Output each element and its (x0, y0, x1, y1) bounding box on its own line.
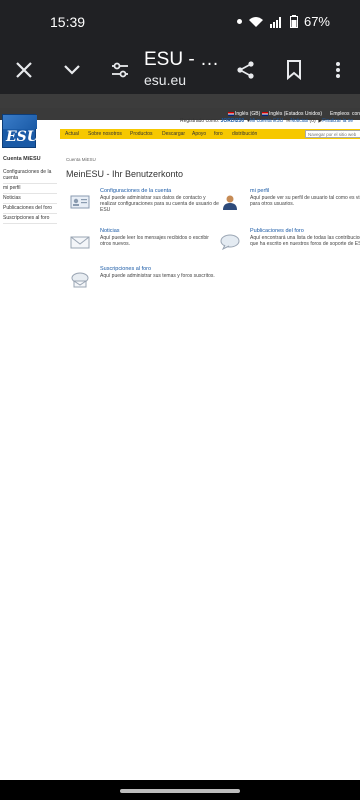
status-bar: 15:39 67% (0, 0, 360, 46)
news-link[interactable]: Noticias (290, 118, 308, 124)
battery-percent: 67% (303, 14, 330, 29)
more-options-button[interactable] (322, 54, 354, 86)
speech-bubble-icon[interactable] (220, 234, 240, 250)
jobs-link[interactable]: Empleos (330, 111, 349, 117)
nav-item-products[interactable]: Productos (130, 131, 153, 137)
nav-item-about[interactable]: Sobre nosotros (88, 131, 122, 137)
breadcrumb[interactable]: Cuenta MiESU (66, 157, 96, 162)
sidebar-item-forum-subscriptions[interactable]: Suscripciones al foro (3, 214, 57, 224)
news-entry: Noticias Aquí puede leer los mensajes re… (70, 228, 210, 258)
sidebar-item-account-settings[interactable]: Configuraciones de la cuenta (3, 168, 57, 184)
gesture-nav-bar (0, 780, 360, 800)
nav-item-download[interactable]: Descargar (162, 131, 185, 137)
sidebar-item-forum-posts[interactable]: Publicaciones del foro (3, 204, 57, 214)
lang-en-gb-label: Inglés (GB) (235, 111, 261, 117)
account-settings-desc: Aquí puede administrar sus datos de cont… (100, 195, 219, 213)
forum-subscriptions-link[interactable]: Suscripciones al foro (100, 266, 151, 272)
news-entry-desc: Aquí puede leer los mensajes recibidos o… (100, 235, 209, 247)
site-search-input[interactable]: Navegar por el sitio web (305, 130, 360, 138)
nav-item-distribution[interactable]: distribución (232, 131, 257, 137)
sidebar-item-news[interactable]: Noticias (3, 194, 57, 204)
id-card-icon[interactable] (70, 194, 90, 210)
extra-link[interactable]: con (352, 111, 360, 117)
browser-toolbar: ESU - … esu.eu (0, 46, 360, 94)
sidebar-item-profile[interactable]: mi perfil (3, 184, 57, 194)
logout-link[interactable]: Finalizar la se (322, 118, 353, 124)
share-button[interactable] (230, 54, 262, 86)
signal-icon (269, 16, 281, 28)
more-vert-icon (336, 62, 340, 78)
webpage-content: Inglés (GB) Inglés (Estados Unidos) Empl… (0, 108, 360, 780)
forum-posts-link[interactable]: Publicaciones del foro (250, 228, 304, 234)
logo-text: ESU (6, 129, 39, 145)
url-display[interactable]: esu.eu (144, 72, 186, 88)
close-icon (16, 62, 32, 78)
expand-button[interactable] (56, 54, 88, 86)
news-entry-link[interactable]: Noticias (100, 228, 120, 234)
bookmark-icon (287, 60, 301, 80)
account-settings-link[interactable]: Configuraciones de la cuenta (100, 188, 171, 194)
lang-en-gb-link[interactable]: Inglés (GB) (228, 111, 260, 117)
status-icons: 67% (236, 14, 330, 29)
forum-posts-desc: Aquí encontrará una lista de todas las c… (250, 235, 360, 247)
lang-en-us-link[interactable]: Inglés (Estados Unidos) (262, 111, 322, 117)
tune-icon (112, 62, 128, 78)
close-button[interactable] (8, 54, 40, 86)
sidebar-title: Cuenta MiESU (3, 156, 41, 162)
subscription-icon[interactable] (70, 272, 90, 288)
nav-item-actual[interactable]: Actual (65, 131, 79, 137)
profile-link[interactable]: mi perfil (250, 188, 269, 194)
profile-entry: mi perfil Aquí puede ver su perfil de us… (220, 188, 360, 218)
status-time: 15:39 (50, 14, 86, 30)
page-title-tab: ESU - … (144, 49, 219, 70)
nav-item-support[interactable]: Apoyo (192, 131, 206, 137)
site-settings-button[interactable] (104, 54, 136, 86)
home-gesture-handle[interactable] (120, 789, 240, 793)
nav-item-forum[interactable]: foro (214, 131, 223, 137)
uk-flag-icon (228, 111, 234, 116)
notification-dot-icon (236, 19, 242, 24)
bookmark-button[interactable] (278, 54, 310, 86)
username: JORDI250 (220, 118, 245, 124)
account-settings-entry: Configuraciones de la cuenta Aquí puede … (70, 188, 219, 218)
forum-subscriptions-entry: Suscripciones al foro Aquí puede adminis… (70, 266, 215, 296)
envelope-icon[interactable] (70, 234, 90, 250)
logo-swoosh (3, 115, 37, 129)
lang-en-us-label: Inglés (Estados Unidos) (269, 111, 323, 117)
forum-posts-entry: Publicaciones del foro Aquí encontrará u… (220, 228, 360, 264)
esu-logo[interactable]: ESU (2, 114, 39, 148)
registered-label: Registrado como: (180, 118, 220, 124)
chevron-down-icon (64, 65, 80, 75)
page-heading: MeinESU - Ihr Benutzerkonto (66, 169, 184, 179)
battery-icon (289, 15, 298, 28)
my-account-link[interactable]: Mi cuenta ESU (250, 118, 283, 124)
share-icon (237, 61, 254, 79)
user-info-line: Registrado como: JORDI250 ●Mi cuenta ESU… (180, 118, 354, 124)
toolbar-divider (0, 94, 360, 108)
profile-desc: Aquí puede ver su perfil de usuario tal … (250, 195, 360, 207)
user-icon[interactable] (220, 194, 240, 210)
wifi-icon (248, 16, 263, 27)
sidebar-menu: Configuraciones de la cuenta mi perfil N… (3, 168, 57, 224)
forum-subscriptions-desc: Aquí puede administrar sus temas y foros… (100, 273, 215, 279)
news-count: (0) (309, 118, 316, 124)
us-flag-icon (262, 111, 268, 116)
